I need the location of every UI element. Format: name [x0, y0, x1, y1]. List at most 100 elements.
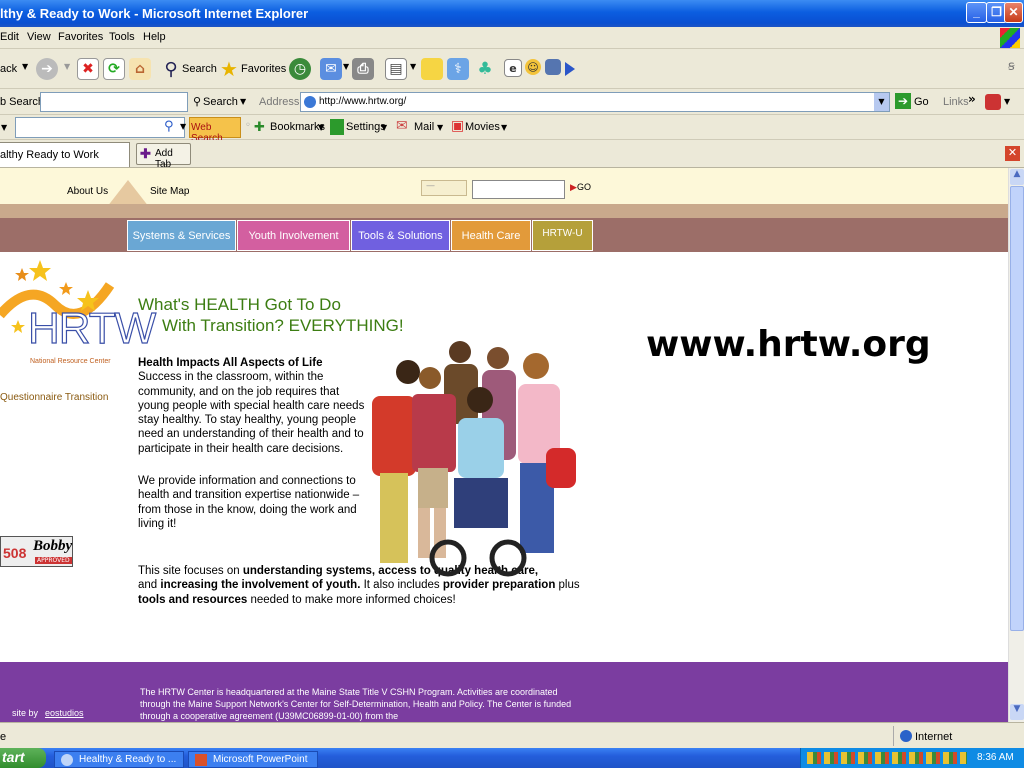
nav-tab-health-care[interactable]: Health Care: [451, 220, 531, 251]
settings-dropdown-icon[interactable]: ▼: [381, 123, 387, 132]
forward-icon[interactable]: ➔: [36, 58, 58, 80]
menu-edit[interactable]: Edit: [0, 31, 19, 43]
status-bar: e Internet: [0, 722, 1024, 748]
history-icon[interactable]: ◷: [289, 58, 311, 80]
close-window-button[interactable]: ✕: [1004, 2, 1023, 23]
p3-bold-d: increasing the involvement of youth.: [160, 579, 361, 592]
mail-dropdown-icon[interactable]: ▼: [343, 62, 349, 71]
clock[interactable]: 8:36 AM: [977, 752, 1014, 763]
scroll-down-icon[interactable]: ▼: [1010, 704, 1024, 720]
go-arrow-icon[interactable]: ➔: [895, 93, 911, 109]
scroll-thumb[interactable]: [1010, 186, 1024, 631]
magnifier-icon[interactable]: ⚲: [164, 119, 174, 134]
questionnaire-link[interactable]: Questionnaire Transition: [0, 392, 108, 403]
edit-icon[interactable]: ▤: [385, 58, 407, 80]
refresh-icon[interactable]: ⟳: [103, 58, 125, 80]
toolbar-search-button[interactable]: Search: [203, 96, 238, 108]
site-go-button[interactable]: GO: [577, 182, 591, 192]
back-dropdown-icon[interactable]: ▼: [22, 62, 28, 71]
nav-tab-systems[interactable]: Systems & Services: [127, 220, 236, 251]
window-title-bar[interactable]: lthy & Ready to Work - Microsoft Interne…: [0, 0, 1024, 27]
search-icon[interactable]: ⚲: [160, 58, 182, 80]
nav-tab-hrtw-u[interactable]: HRTW-U: [532, 220, 593, 251]
address-input[interactable]: http://www.hrtw.org/: [300, 92, 890, 112]
movies-dropdown-icon[interactable]: ▼: [501, 123, 507, 132]
search-engine-dropdown-icon[interactable]: ▼: [180, 122, 186, 131]
close-tab-icon[interactable]: ✕: [1005, 146, 1020, 161]
favorites-star-icon[interactable]: ★: [218, 57, 240, 81]
go-button[interactable]: Go: [914, 96, 929, 108]
menu-view[interactable]: View: [27, 31, 51, 43]
mail-link-dropdown-icon[interactable]: ▼: [437, 123, 443, 132]
web-search-input[interactable]: [40, 92, 188, 112]
site-top-nav: About Us Site Map — ▶ GO: [0, 168, 1008, 216]
search-button[interactable]: Search: [182, 63, 217, 75]
address-url[interactable]: http://www.hrtw.org/: [319, 96, 406, 107]
menu-favorites[interactable]: Favorites: [58, 31, 103, 43]
logo-subtitle: National Resource Center: [30, 358, 111, 365]
print-icon[interactable]: ⎙: [352, 58, 374, 80]
scroll-up-icon[interactable]: ▲: [1010, 169, 1024, 185]
logo-text: HRTW: [27, 303, 156, 353]
minimize-button[interactable]: _: [966, 2, 987, 23]
plus-icon: ✚: [140, 146, 151, 161]
standard-toolbar: ack ▼ ➔ ▼ ✖ ⟳ ⌂ ⚲ Search ★ Favorites ◷ ✉…: [0, 49, 1024, 89]
go-arrow-small-icon: ▶: [570, 183, 577, 193]
eostudios-link[interactable]: eostudios: [45, 708, 84, 718]
settings-button[interactable]: Settings: [346, 121, 386, 133]
site-footer: site by eostudios The HRTW Center is hea…: [0, 662, 1008, 722]
favorites-button[interactable]: Favorites: [241, 63, 286, 75]
forward-dropdown-icon[interactable]: ▼: [64, 62, 70, 71]
toolbar-dropdown-icon[interactable]: ▼: [1, 123, 7, 132]
address-dropdown-icon[interactable]: ▼: [874, 93, 889, 111]
monitor-icon[interactable]: [545, 59, 561, 75]
p3-text-a: This site focuses on: [138, 565, 243, 577]
smiley-icon[interactable]: ☺: [525, 59, 541, 75]
tray-icons[interactable]: [807, 752, 967, 764]
taskbar-item-powerpoint[interactable]: Microsoft PowerPoint ...: [188, 751, 318, 776]
nav-tab-youth[interactable]: Youth Involvement: [237, 220, 350, 251]
edit-dropdown-icon[interactable]: ▼: [410, 62, 416, 71]
search-toolbar: ▼ ⚲ ▼ Web Search ◦ ✚ Bookmarks ▼ Setting…: [0, 115, 1024, 144]
ie-task-icon: [61, 754, 73, 766]
decorative-band: [0, 204, 1008, 218]
bobby-badge[interactable]: 508 Bobby APPROVED: [0, 536, 73, 567]
notes-icon[interactable]: [421, 58, 443, 80]
web-search-button[interactable]: Web Search: [189, 117, 241, 144]
bookmarks-button[interactable]: Bookmarks: [270, 121, 325, 133]
links-label[interactable]: Links: [943, 96, 969, 108]
add-tab-button[interactable]: ✚ Add Tab: [136, 143, 191, 170]
site-search-input[interactable]: [472, 180, 565, 199]
play-icon[interactable]: [565, 62, 575, 76]
hrtw-logo[interactable]: HRTW National Resource Center: [0, 260, 157, 370]
p3-text-i: needed to make more informed choices!: [247, 593, 456, 606]
translate-dropdown-icon[interactable]: ▼: [1004, 97, 1010, 106]
search-type-select[interactable]: —: [421, 180, 467, 196]
vertical-scrollbar[interactable]: ▲ ▼: [1008, 168, 1024, 722]
stop-icon[interactable]: ✖: [77, 58, 99, 80]
messenger-icon[interactable]: ♣: [474, 58, 496, 80]
movies-button[interactable]: Movies: [465, 121, 500, 133]
site-map-link[interactable]: Site Map: [150, 186, 189, 197]
links-chevron-icon[interactable]: »: [968, 92, 976, 106]
back-button[interactable]: ack: [0, 63, 17, 75]
taskbar-item-ie[interactable]: Healthy & Ready to ...: [54, 751, 184, 768]
ie-page-icon: [304, 96, 316, 108]
menu-tools[interactable]: Tools: [109, 31, 135, 43]
bookmarks-dropdown-icon[interactable]: ▼: [318, 123, 324, 132]
mail-button[interactable]: Mail: [414, 121, 434, 133]
research-icon[interactable]: ⚕: [447, 58, 469, 80]
toolbar-search-input[interactable]: [15, 117, 185, 138]
toolbar-chevron-icon[interactable]: ꞩ: [1008, 59, 1015, 74]
menu-bar: Edit View Favorites Tools Help: [0, 27, 1024, 49]
discuss-icon[interactable]: e: [504, 59, 522, 77]
tab-active[interactable]: althy Ready to Work: [0, 142, 130, 167]
search-mini-icon[interactable]: ⚲: [193, 95, 201, 108]
home-icon[interactable]: ⌂: [129, 58, 151, 80]
mail-icon[interactable]: ✉: [320, 58, 342, 80]
start-button[interactable]: tart: [0, 748, 46, 768]
search-dropdown-icon[interactable]: ▼: [240, 97, 246, 106]
nav-tab-tools[interactable]: Tools & Solutions: [351, 220, 450, 251]
menu-help[interactable]: Help: [143, 31, 166, 43]
translate-icon[interactable]: [985, 94, 1001, 110]
